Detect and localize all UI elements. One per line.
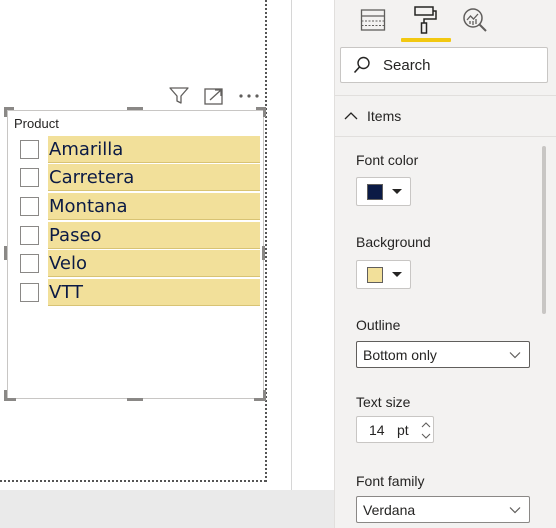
resize-handle-top-right[interactable] (263, 107, 266, 117)
slicer-item-checkbox[interactable] (20, 226, 39, 245)
chevron-down-icon (392, 272, 402, 277)
slicer-item-checkbox[interactable] (20, 140, 39, 159)
slicer-item-label: VTT (48, 279, 260, 306)
chevron-down-icon (421, 433, 431, 439)
search-placeholder: Search (383, 56, 431, 74)
font-family-value: Verdana (363, 501, 416, 518)
outline-label: Outline (356, 317, 401, 333)
increment-button[interactable] (420, 419, 432, 430)
format-pane: Search Items Font color Background Outli… (334, 0, 556, 528)
divider (335, 136, 556, 137)
pane-tabs (335, 0, 556, 42)
page-boundary-bottom (0, 480, 266, 482)
filter-icon[interactable] (168, 86, 190, 106)
search-input[interactable]: Search (340, 47, 548, 83)
page-tabs-bar (0, 490, 334, 528)
analytics-icon (463, 8, 487, 32)
text-size-label: Text size (356, 394, 411, 410)
resize-handle-bottom-right[interactable] (263, 390, 266, 401)
chevron-up-icon (421, 421, 431, 427)
canvas-divider (291, 0, 292, 490)
slicer-item[interactable]: Velo (20, 250, 260, 277)
font-color-swatch (367, 183, 383, 200)
slicer-item-label: Montana (48, 193, 260, 220)
font-color-label: Font color (356, 152, 419, 168)
section-header-items[interactable]: Items (335, 96, 556, 136)
slicer-item-checkbox[interactable] (20, 197, 39, 216)
background-color-swatch (367, 266, 383, 283)
outline-value: Bottom only (363, 346, 437, 363)
decrement-button[interactable] (420, 430, 432, 441)
slicer-item-checkbox[interactable] (20, 283, 39, 302)
section-title: Items (367, 108, 402, 124)
more-options-icon[interactable] (237, 86, 261, 106)
resize-handle-top[interactable] (127, 107, 143, 110)
scrollbar[interactable] (542, 146, 546, 314)
font-color-picker[interactable] (356, 177, 411, 206)
tab-analytics[interactable] (459, 6, 491, 34)
text-size-stepper[interactable]: 14 pt (356, 416, 434, 443)
text-size-value[interactable]: 14 (369, 422, 385, 438)
outline-dropdown[interactable]: Bottom only (356, 341, 530, 368)
slicer-item-checkbox[interactable] (20, 254, 39, 273)
resize-handle-bottom[interactable] (127, 398, 143, 401)
resize-handle-left[interactable] (4, 246, 7, 260)
chevron-down-icon (509, 506, 521, 513)
chevron-down-icon (392, 189, 402, 194)
slicer-item-label: Amarilla (48, 136, 260, 163)
slicer-item-label: Velo (48, 250, 260, 277)
report-canvas: Product Amarilla Carretera Montana Paseo… (0, 0, 292, 490)
slicer-item[interactable]: Paseo (20, 222, 260, 249)
active-tab-indicator (401, 38, 451, 42)
slicer-item[interactable]: VTT (20, 279, 260, 306)
resize-handle-bottom-left[interactable] (4, 390, 7, 401)
text-size-unit: pt (397, 422, 409, 438)
slicer-item-checkbox[interactable] (20, 168, 39, 187)
font-family-label: Font family (356, 473, 425, 489)
background-label: Background (356, 234, 431, 250)
search-icon (353, 56, 371, 74)
slicer-item[interactable]: Montana (20, 193, 260, 220)
slicer-item-label: Carretera (48, 164, 260, 191)
slicer-title: Product (14, 116, 59, 131)
slicer-item-label: Paseo (48, 222, 260, 249)
chevron-up-icon (344, 109, 358, 123)
slicer-item[interactable]: Amarilla (20, 136, 260, 163)
resize-handle-right[interactable] (262, 246, 265, 260)
slicer-item[interactable]: Carretera (20, 164, 260, 191)
tab-format[interactable] (409, 6, 441, 34)
resize-handle-top-left[interactable] (4, 107, 7, 117)
format-paint-roller-icon (414, 6, 437, 34)
fields-icon (360, 9, 386, 31)
page-boundary-right (265, 0, 267, 482)
chevron-down-icon (509, 351, 521, 358)
background-color-picker[interactable] (356, 260, 411, 289)
font-family-dropdown[interactable]: Verdana (356, 496, 530, 523)
focus-mode-icon[interactable] (203, 86, 225, 106)
tab-fields[interactable] (357, 6, 389, 34)
